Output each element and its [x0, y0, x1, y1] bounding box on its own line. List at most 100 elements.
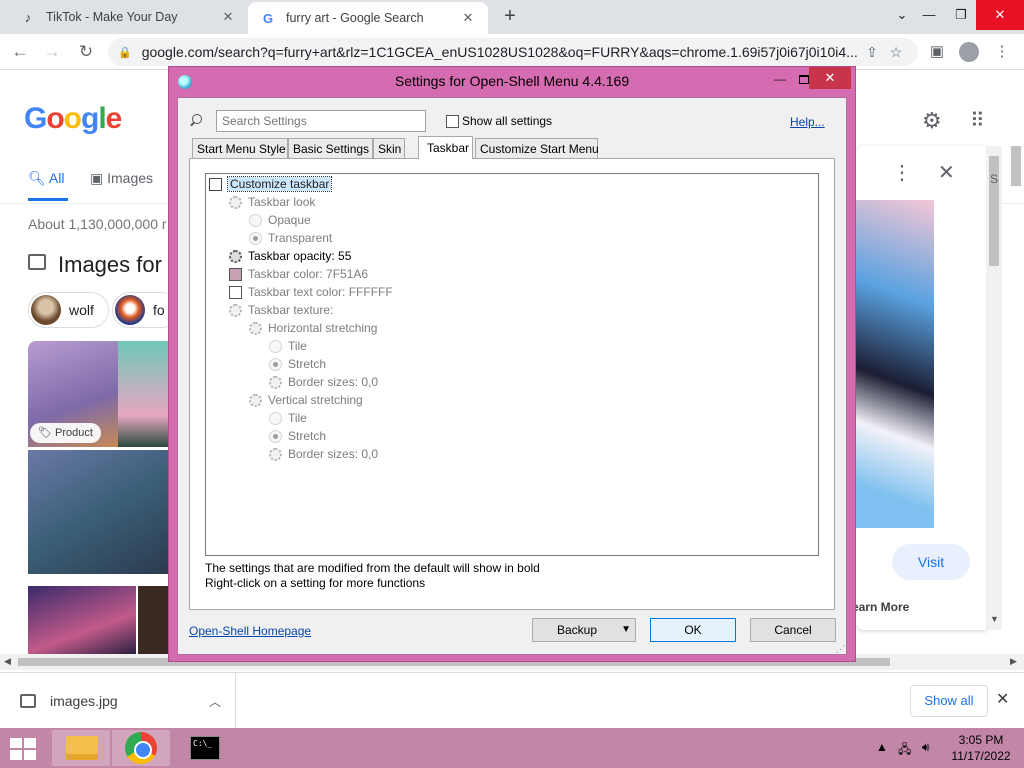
image-result[interactable]: [118, 341, 168, 447]
show-all-downloads-button[interactable]: Show all: [910, 685, 988, 717]
bookmark-star-icon[interactable]: ☆: [884, 44, 908, 61]
new-tab-icon[interactable]: +: [498, 5, 522, 29]
scroll-right-arrow-icon[interactable]: ▶: [1010, 656, 1017, 667]
apps-grid-icon[interactable]: ⠿: [970, 108, 985, 133]
open-shell-homepage-link[interactable]: Open-Shell Homepage: [189, 624, 311, 638]
tab-tiktok[interactable]: ♪ TikTok - Make Your Day ✕: [8, 0, 248, 34]
tree-item[interactable]: Transparent: [249, 229, 332, 247]
download-item[interactable]: images.jpg ︿: [0, 673, 236, 729]
backup-button[interactable]: Backup ▼: [532, 618, 636, 642]
tab-customize-start-menu[interactable]: Customize Start Menu: [475, 138, 599, 158]
resize-grip-icon[interactable]: ⋰: [836, 644, 845, 655]
tab-google-search[interactable]: G furry art - Google Search ✕: [248, 2, 488, 34]
tree-item[interactable]: Stretch: [269, 427, 326, 445]
gear-icon[interactable]: [249, 393, 262, 407]
checkbox-box[interactable]: [446, 114, 459, 128]
taskbar-file-explorer[interactable]: [52, 730, 110, 766]
close-icon[interactable]: ✕: [996, 689, 1009, 709]
image-result[interactable]: [28, 450, 168, 574]
tree-item[interactable]: Horizontal stretching: [249, 319, 377, 337]
gear-icon[interactable]: [249, 321, 262, 335]
dialog-title-bar[interactable]: Settings for Open-Shell Menu 4.4.169 — ✕: [169, 67, 855, 97]
search-settings-input[interactable]: [216, 110, 426, 132]
chip-wolf[interactable]: wolf: [28, 292, 109, 328]
help-link[interactable]: Help...: [790, 115, 825, 129]
gear-icon[interactable]: [269, 375, 282, 389]
radio-icon[interactable]: [269, 339, 282, 353]
google-logo[interactable]: Google: [24, 102, 122, 136]
checkbox-icon[interactable]: [209, 177, 222, 191]
close-tab-icon[interactable]: ✕: [460, 10, 476, 26]
tray-chevron-up-icon[interactable]: ▲: [876, 740, 888, 754]
images-heading[interactable]: Images for: [28, 252, 162, 278]
taskbar-chrome[interactable]: [112, 730, 170, 766]
scroll-down-arrow-icon[interactable]: ▼: [990, 614, 999, 624]
scroll-left-arrow-icon[interactable]: ◀: [4, 656, 11, 667]
more-vert-icon[interactable]: ⋮: [892, 160, 912, 185]
taskbar-command-prompt[interactable]: C:\_: [176, 730, 234, 766]
tree-item[interactable]: Taskbar look: [229, 193, 315, 211]
radio-icon[interactable]: [269, 411, 282, 425]
tab-basic-settings[interactable]: Basic Settings: [288, 138, 373, 158]
side-panel-icon[interactable]: ▣: [925, 40, 949, 64]
tab-start-menu-style[interactable]: Start Menu Style: [192, 138, 288, 158]
tree-item[interactable]: Taskbar text color: FFFFFF: [229, 283, 393, 301]
color-swatch-icon[interactable]: [229, 267, 242, 281]
radio-selected-icon[interactable]: [249, 231, 262, 245]
tree-item[interactable]: Tile: [269, 337, 307, 355]
close-icon[interactable]: ✕: [938, 160, 955, 185]
tree-item[interactable]: Taskbar color: 7F51A6: [229, 265, 368, 283]
tree-item[interactable]: Border sizes: 0,0: [269, 373, 378, 391]
color-swatch-icon[interactable]: [229, 285, 242, 299]
settings-tree[interactable]: Customize taskbar Taskbar look Opaque Trans…: [205, 173, 819, 556]
tree-item[interactable]: Border sizes: 0,0: [269, 445, 378, 463]
gear-icon[interactable]: [269, 447, 282, 461]
preview-image[interactable]: [856, 200, 934, 528]
show-all-settings-checkbox[interactable]: Show all settings: [446, 114, 552, 128]
url-text[interactable]: google.com/search?q=furry+art&rlz=1C1GCE…: [142, 44, 860, 60]
gear-icon[interactable]: [229, 195, 242, 209]
gear-icon[interactable]: [229, 249, 242, 263]
volume-icon[interactable]: 🔊︎: [922, 740, 930, 755]
tree-item[interactable]: Stretch: [269, 355, 326, 373]
tree-item[interactable]: Customize taskbar: [209, 175, 333, 193]
tab-taskbar[interactable]: Taskbar: [418, 136, 473, 159]
tree-item[interactable]: Taskbar texture:: [229, 301, 333, 319]
tree-item[interactable]: Vertical stretching: [249, 391, 363, 409]
minimize-icon[interactable]: —: [912, 0, 946, 30]
minimize-icon[interactable]: —: [767, 69, 793, 89]
tab-all[interactable]: 🔍︎ All: [28, 170, 64, 187]
share-icon[interactable]: ⇪: [860, 44, 884, 61]
back-arrow-icon[interactable]: ←: [8, 40, 32, 64]
system-clock[interactable]: 3:05 PM 11/17/2022: [948, 732, 1014, 764]
tab-images[interactable]: ▣ Images: [90, 170, 153, 187]
network-icon[interactable]: 🖧: [898, 740, 911, 761]
image-result[interactable]: [138, 586, 168, 658]
chevron-up-icon[interactable]: ︿: [195, 693, 235, 710]
radio-selected-icon[interactable]: [269, 429, 282, 443]
reload-icon[interactable]: ↻: [74, 40, 98, 64]
cancel-button[interactable]: Cancel: [750, 618, 836, 642]
visit-button[interactable]: Visit: [892, 544, 970, 580]
panel-scrollbar[interactable]: [986, 146, 1002, 630]
gear-icon[interactable]: [229, 303, 242, 317]
close-tab-icon[interactable]: ✕: [220, 9, 236, 25]
address-bar[interactable]: 🔒 google.com/search?q=furry+art&rlz=1C1G…: [108, 38, 918, 66]
radio-selected-icon[interactable]: [269, 357, 282, 371]
ok-button[interactable]: OK: [650, 618, 736, 642]
tab-skin[interactable]: Skin: [373, 138, 405, 158]
more-menu-icon[interactable]: ⋮: [990, 40, 1014, 64]
window-close-icon[interactable]: ✕: [976, 0, 1024, 30]
forward-arrow-icon[interactable]: →: [40, 40, 64, 64]
page-scrollbar[interactable]: [1008, 146, 1024, 646]
gear-icon[interactable]: ⚙: [922, 108, 942, 134]
tree-item[interactable]: Taskbar opacity: 55: [229, 247, 351, 265]
tree-item[interactable]: Tile: [269, 409, 307, 427]
profile-avatar-icon[interactable]: [957, 40, 981, 64]
tree-item[interactable]: Opaque: [249, 211, 311, 229]
image-result[interactable]: [28, 586, 136, 658]
close-icon[interactable]: ✕: [809, 67, 851, 89]
restore-icon[interactable]: ❐: [944, 0, 978, 30]
radio-icon[interactable]: [249, 213, 262, 227]
windows-start-icon[interactable]: [10, 738, 38, 760]
